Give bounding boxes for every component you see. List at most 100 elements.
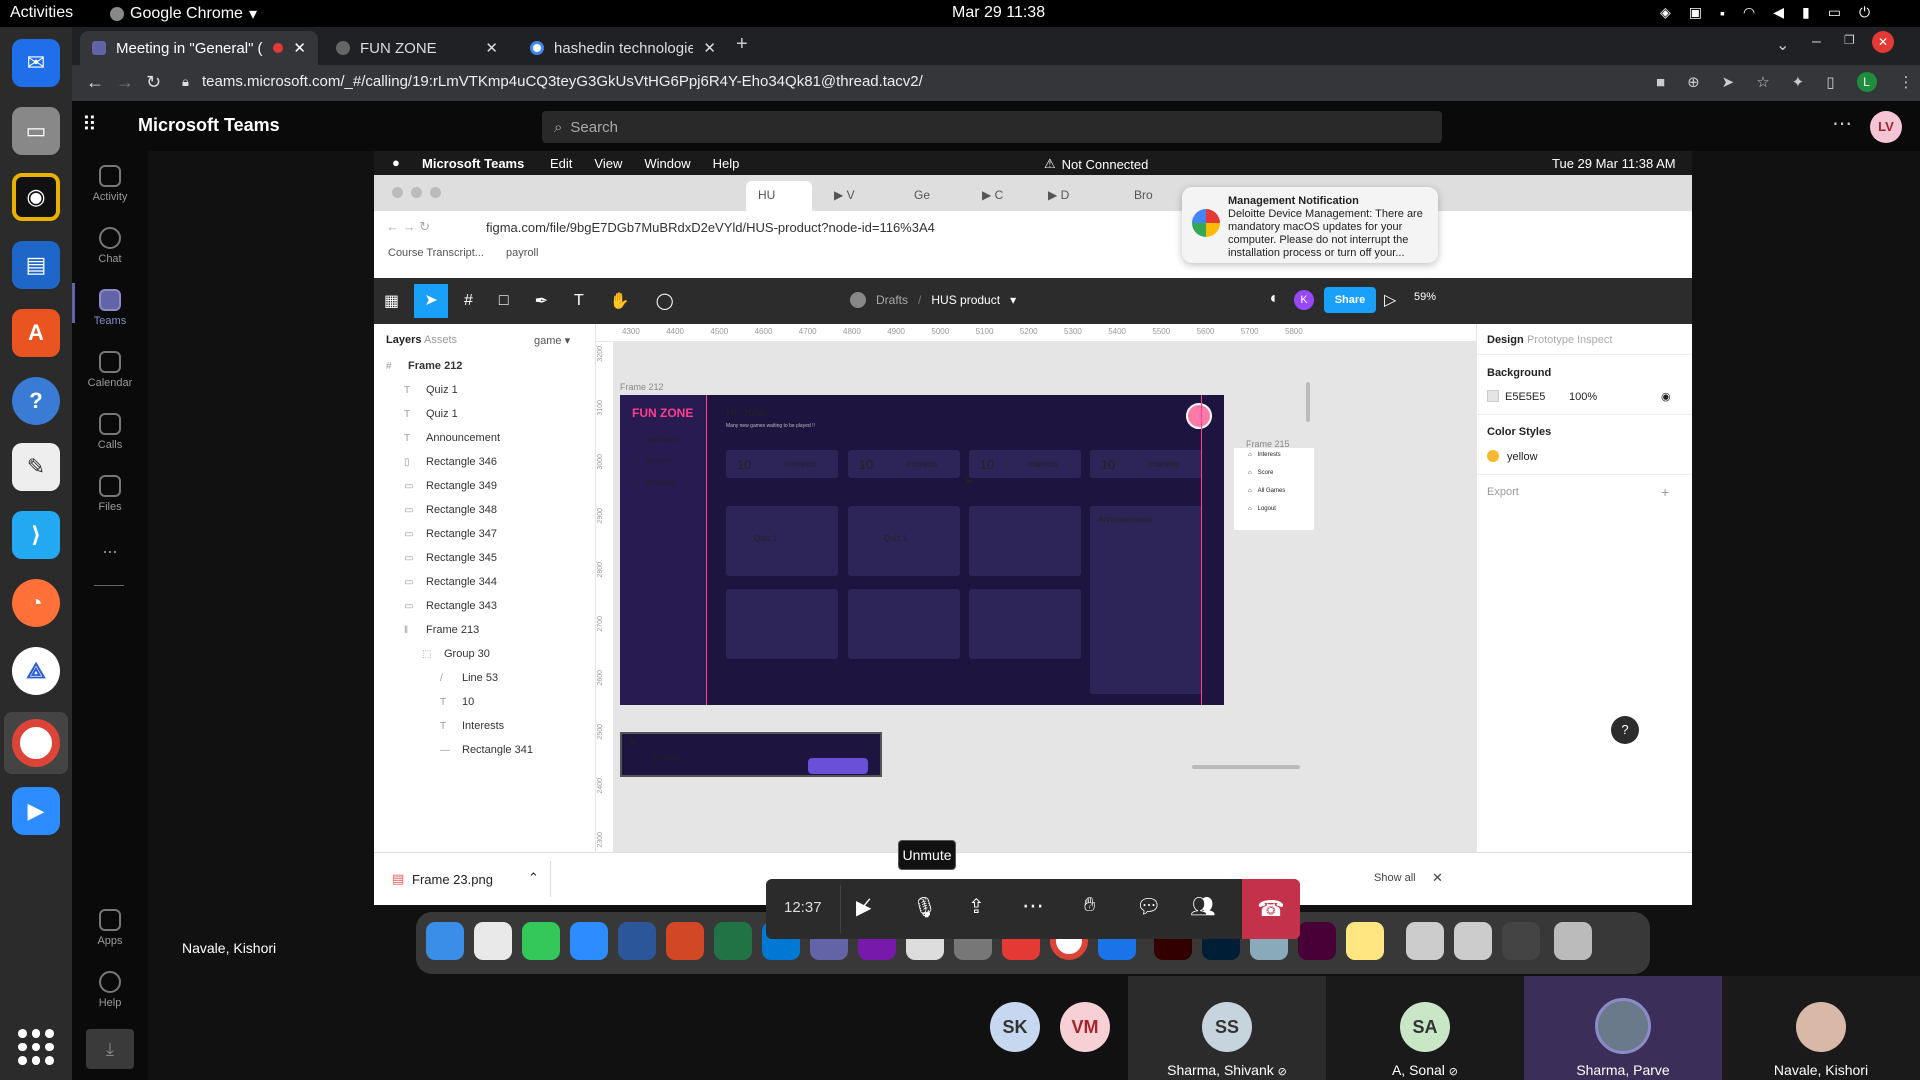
tab-search-chevron-icon[interactable]: ⌄ xyxy=(1776,35,1789,55)
profile-avatar[interactable]: L xyxy=(1856,72,1877,92)
yellow-swatch xyxy=(1487,450,1499,462)
raise-hand-button[interactable]: ✋︎ xyxy=(1084,894,1095,917)
app-launcher-grid-icon[interactable]: ⠿ xyxy=(82,112,99,137)
os-clock[interactable]: Mar 29 11:38 xyxy=(952,4,1045,22)
camera-off-button[interactable]: ▶̸ xyxy=(856,895,871,920)
search-box[interactable]: ⌕ Search xyxy=(542,111,1442,143)
close-icon: ✕ xyxy=(628,737,638,749)
zoom-lens-icon[interactable]: ⊕ xyxy=(1687,73,1700,91)
lock-icon[interactable]: 🔒︎ xyxy=(182,74,189,90)
kebab-menu-icon[interactable]: ⋮ xyxy=(1899,73,1914,91)
top-ruler: 4300 4400 4500 4600 4700 4800 4900 5000 5100 5200… xyxy=(596,324,1476,342)
participant-tile[interactable]: SS Sharma, Shivank ⊘ xyxy=(1128,976,1326,1080)
tab-close-icon[interactable]: ✕ xyxy=(485,39,498,57)
url-bar[interactable]: teams.microsoft.com/_#/calling/19:rLmVTK… xyxy=(202,73,923,90)
battery-icon: ▭ xyxy=(1827,4,1841,20)
tab-close-icon[interactable]: ✕ xyxy=(293,39,306,57)
move-tool-icon: ➤ xyxy=(414,284,448,318)
camera-off-icon[interactable]: ■ xyxy=(1656,74,1665,91)
extensions-icon[interactable]: ✦ xyxy=(1792,73,1805,91)
teams-icon xyxy=(99,289,121,311)
participant-tile[interactable]: SA A, Sonal ⊘ xyxy=(1326,976,1524,1080)
chat-button[interactable]: 💬︎ xyxy=(1136,894,1161,919)
layer-type-icon: # xyxy=(386,360,392,372)
participant-tile[interactable]: Navale, Kishori xyxy=(1722,976,1920,1080)
user-avatar[interactable]: LV xyxy=(1870,111,1902,143)
quiz-card: Quiz 1 xyxy=(726,506,838,576)
rail-label: Apps xyxy=(97,935,123,947)
rail-files[interactable]: Files xyxy=(72,475,148,513)
quiz-label: Quiz 1 xyxy=(884,534,908,543)
download-app-icon[interactable]: ⤓ xyxy=(86,1029,134,1069)
files-icon[interactable]: ▭ xyxy=(12,107,60,155)
new-tab-plus-icon[interactable]: + xyxy=(736,33,748,56)
send-icon[interactable]: ➤ xyxy=(1722,73,1735,91)
rail-calendar[interactable]: Calendar xyxy=(72,351,148,389)
tab-close-icon[interactable]: ✕ xyxy=(703,39,716,57)
layer-row: T 10 xyxy=(374,690,596,714)
ruler-tick: 3000 xyxy=(597,454,604,470)
help-icon[interactable]: ? xyxy=(12,377,60,425)
chrome-icon xyxy=(110,7,124,21)
thunderbird-icon[interactable]: ✉ xyxy=(12,39,60,87)
chat-icon xyxy=(99,227,121,249)
rail-activity[interactable]: Activity xyxy=(72,165,148,203)
activities-button[interactable]: Activities xyxy=(10,4,73,22)
anydesk-icon[interactable]: ⟁ xyxy=(12,647,60,695)
tray[interactable]: ◈ ▣ ▪ ◠ ◀ ▮ ▭ ⏻ xyxy=(1660,4,1870,21)
sidepanel-icon[interactable]: ▯ xyxy=(1826,73,1834,91)
firefox-icon[interactable]: ◔ xyxy=(12,579,60,627)
bookmark: payroll xyxy=(505,247,539,259)
tab-label: FUN ZONE xyxy=(360,39,437,57)
layer-name: Rectangle 345 xyxy=(426,552,497,564)
rail-help[interactable]: Help xyxy=(72,971,148,1009)
tab-hashedin[interactable]: hashedin technologies - G ✕ xyxy=(518,31,728,65)
figma-breadcrumb: Drafts / HUS product ▾ xyxy=(850,292,1016,308)
software-icon[interactable]: A xyxy=(12,309,60,357)
reload-icon[interactable]: ↻ xyxy=(146,72,161,93)
back-arrow-icon[interactable]: ← xyxy=(86,72,104,93)
menu-label: Logout xyxy=(1257,506,1276,512)
mac-tab-strip: HU ▶ V Ge ▶ C ▶ D Bro WF Re xyxy=(374,175,1692,211)
rail-calls[interactable]: Calls xyxy=(72,413,148,451)
mac-tab-4: ▶ D xyxy=(1048,188,1069,202)
rhythmbox-icon[interactable]: ◉ xyxy=(12,173,60,221)
word-icon xyxy=(618,922,656,960)
calendar-icon xyxy=(99,351,121,373)
avatar: SA xyxy=(1400,1002,1450,1052)
rail-apps[interactable]: Apps xyxy=(72,909,148,947)
tab-meeting[interactable]: Meeting in "General" ( ✕ xyxy=(80,31,318,65)
restore-icon[interactable]: ❐ xyxy=(1844,33,1855,47)
close-window-icon[interactable]: ✕ xyxy=(1872,31,1894,53)
rail-more[interactable]: ... xyxy=(72,537,148,558)
more-actions-button[interactable]: ⋯ xyxy=(1022,893,1044,919)
rail-chat[interactable]: Chat xyxy=(72,227,148,265)
more-options-icon[interactable]: ⋯ xyxy=(1832,111,1852,136)
search-input[interactable]: Search xyxy=(570,119,618,136)
writer-icon[interactable]: ▤ xyxy=(12,241,60,289)
gimp-icon[interactable]: ✎ xyxy=(12,443,60,491)
prototype-tab: Prototype xyxy=(1527,334,1575,346)
app-menu[interactable]: Google Chrome ▾ xyxy=(110,4,257,24)
vscode-icon[interactable]: ⟩ xyxy=(12,511,60,559)
star-icon[interactable]: ☆ xyxy=(1756,73,1769,91)
teams-header: ⠿ Microsoft Teams ⌕ Search ⋯ LV xyxy=(72,101,1920,151)
finder-icon xyxy=(426,922,464,960)
show-apps-grid-icon[interactable] xyxy=(18,1029,54,1065)
chrome-dock-icon[interactable] xyxy=(12,719,60,767)
empty-card xyxy=(848,589,960,659)
mac-url: figma.com/file/9bgE7DGb7MuBRdxD2eVYld/HU… xyxy=(486,220,935,235)
forward-arrow-icon[interactable]: → xyxy=(116,72,134,93)
layer-name: Quiz 1 xyxy=(426,384,458,396)
share-screen-button[interactable]: ⇪ xyxy=(968,894,985,919)
participant-tile[interactable]: Sharma, Parve xyxy=(1524,976,1722,1080)
participants-button[interactable]: 👥︎ xyxy=(1190,894,1215,919)
mac-tab-label: ▶ V xyxy=(834,188,855,202)
rail-teams[interactable]: Teams xyxy=(72,283,148,327)
zoom-icon[interactable]: ▶ xyxy=(12,787,60,835)
share-button: Share xyxy=(1324,287,1376,313)
tab-fun-zone[interactable]: FUN ZONE ✕ xyxy=(324,31,510,65)
hang-up-button[interactable]: ☎︎ xyxy=(1242,879,1300,939)
mic-off-button[interactable]: 🎙︎ xyxy=(912,895,937,920)
minimize-icon[interactable]: – xyxy=(1812,33,1821,51)
